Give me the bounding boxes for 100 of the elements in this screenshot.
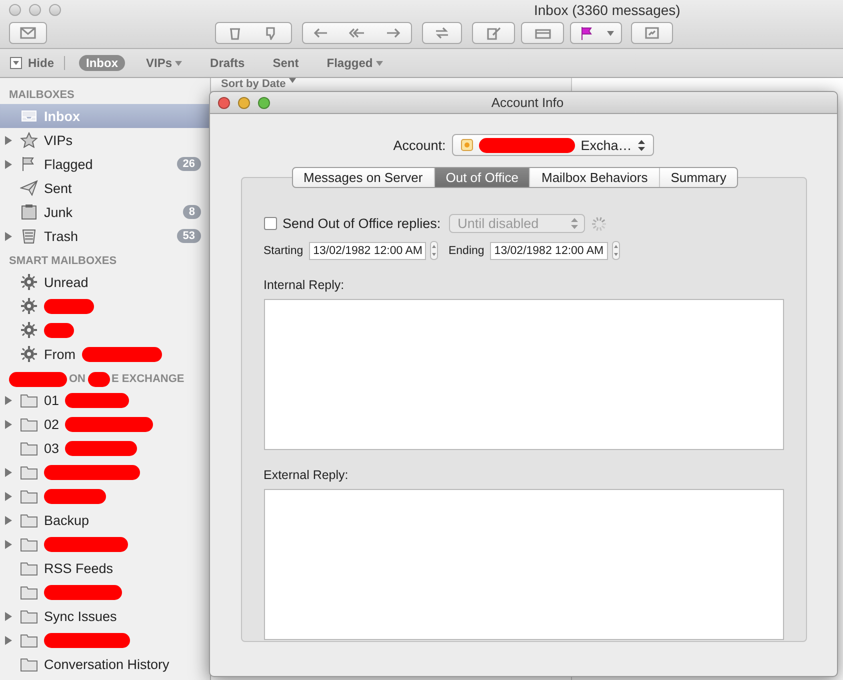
disclosure-triangle-icon[interactable]	[5, 468, 12, 476]
close-button[interactable]	[9, 4, 21, 16]
account-popup[interactable]: Excha…	[452, 134, 654, 156]
account-badge-icon	[460, 139, 473, 151]
sidebar-item[interactable]: 01	[0, 388, 210, 412]
flag-menu-button[interactable]	[570, 22, 622, 44]
sidebar-item[interactable]: Conversation History	[0, 652, 210, 676]
bin-icon	[20, 204, 38, 220]
ending-label: Ending	[448, 244, 484, 256]
folder-icon	[20, 440, 38, 456]
double-arrow-icon	[434, 26, 450, 40]
sidebar-item[interactable]: VIPs	[0, 128, 210, 152]
favorites-tab[interactable]: Drafts	[203, 55, 252, 71]
tab[interactable]: Mailbox Behaviors	[529, 168, 659, 187]
folder-icon	[20, 632, 38, 648]
sidebar-item[interactable]: Flagged 26	[0, 152, 210, 176]
stepper-icon	[612, 241, 620, 260]
compose-button[interactable]	[472, 22, 515, 44]
sidebar-item[interactable]: Sent	[0, 176, 210, 200]
reply-all-arrow-icon	[349, 26, 365, 40]
stepper-icon	[430, 241, 438, 260]
sidebar-item[interactable]: 03	[0, 436, 210, 460]
archive-button[interactable]	[521, 22, 564, 44]
tab[interactable]: Summary	[658, 168, 738, 187]
sidebar-item[interactable]: Trash 53	[0, 224, 210, 248]
up-down-arrows-icon	[570, 218, 578, 229]
disclosure-triangle-icon[interactable]	[5, 420, 12, 428]
up-down-arrows-icon	[638, 140, 645, 150]
disclosure-triangle-icon[interactable]	[5, 136, 12, 144]
caret-icon	[607, 30, 614, 36]
checkbox[interactable]	[264, 217, 276, 230]
window-title: Inbox (3360 messages)	[534, 2, 680, 18]
section-heading: E EXCHANGE	[112, 373, 184, 385]
forward-arrow-icon	[385, 26, 401, 40]
star-icon	[20, 132, 38, 148]
folder-icon	[20, 512, 38, 528]
close-button[interactable]	[218, 96, 230, 108]
external-reply-field[interactable]	[264, 489, 784, 640]
folder-icon	[20, 608, 38, 624]
redaction-mark	[88, 372, 110, 386]
disclosure-triangle-icon[interactable]	[5, 396, 12, 404]
checkbox-label: Send Out of Office replies:	[282, 216, 441, 231]
disclosure-triangle-icon[interactable]	[5, 232, 12, 240]
redirect-button[interactable]	[422, 22, 462, 44]
starting-label: Starting	[264, 244, 304, 256]
gear-icon	[20, 298, 38, 314]
dialog-title: Account Info	[490, 95, 565, 110]
account-label: Account:	[393, 138, 446, 152]
tab[interactable]: Out of Office	[434, 168, 530, 187]
inbox-tray-icon	[20, 108, 38, 124]
folder-icon	[20, 464, 38, 480]
folder-icon	[20, 656, 38, 672]
sidebar-item[interactable]: Sync Issues	[0, 604, 210, 628]
sidebar-item[interactable]: Junk 8	[0, 200, 210, 224]
sidebar-item[interactable]: Backup	[0, 508, 210, 532]
section-heading: ON	[69, 373, 86, 385]
start-date-field[interactable]: 13/02/1982 12:00 AM	[309, 242, 426, 260]
external-reply-label: External Reply:	[264, 468, 350, 482]
disclosure-triangle-icon[interactable]	[5, 636, 12, 644]
folder-icon	[20, 416, 38, 432]
hide-button[interactable]: Hide	[10, 56, 66, 70]
disclosure-triangle-icon[interactable]	[5, 492, 12, 500]
reply-arrow-icon	[313, 26, 329, 40]
disclosure-triangle-icon[interactable]	[5, 540, 12, 548]
folder-icon	[20, 392, 38, 408]
gear-icon	[20, 274, 38, 290]
sidebar-item[interactable]: Unread	[0, 270, 210, 294]
sidebar-item[interactable]: RSS Feeds	[0, 556, 210, 580]
full-screen-button[interactable]	[631, 22, 673, 44]
disclosure-triangle-icon[interactable]	[5, 160, 12, 168]
sidebar-item[interactable]: 02	[0, 412, 210, 436]
reply-forward-button-group[interactable]	[302, 22, 412, 44]
folder-icon	[20, 584, 38, 600]
internal-reply-field[interactable]	[264, 299, 784, 450]
favorites-tab[interactable]: Sent	[266, 55, 306, 71]
folder-icon	[20, 560, 38, 576]
section-heading: MAILBOXES	[9, 89, 74, 101]
delete-junk-button-group[interactable]	[215, 22, 292, 44]
folder-icon	[20, 536, 38, 552]
tray-icon	[534, 26, 550, 40]
spinner-icon	[590, 216, 607, 232]
gear-icon	[20, 322, 38, 338]
sort-menu[interactable]: Sort by Date	[211, 78, 571, 92]
zoom-button[interactable]	[258, 96, 270, 108]
tab[interactable]: Messages on Server	[292, 168, 434, 187]
gear-icon	[20, 346, 38, 362]
sidebar-item[interactable]: From	[0, 342, 210, 366]
paper-plane-icon	[20, 180, 38, 196]
minimize-button[interactable]	[238, 96, 250, 108]
minimize-button[interactable]	[29, 4, 41, 16]
section-heading: SMART MAILBOXES	[9, 255, 117, 267]
favorites-tab[interactable]: VIPs	[139, 55, 190, 71]
get-mail-button[interactable]	[9, 22, 47, 44]
end-date-field[interactable]: 13/02/1982 12:00 AM	[490, 242, 608, 260]
disclosure-triangle-icon[interactable]	[5, 516, 12, 524]
folder-icon	[20, 488, 38, 504]
zoom-button[interactable]	[49, 4, 61, 16]
disclosure-triangle-icon[interactable]	[5, 612, 12, 620]
favorites-tab[interactable]: Flagged	[320, 55, 390, 71]
hide-toggle-icon	[10, 57, 22, 69]
